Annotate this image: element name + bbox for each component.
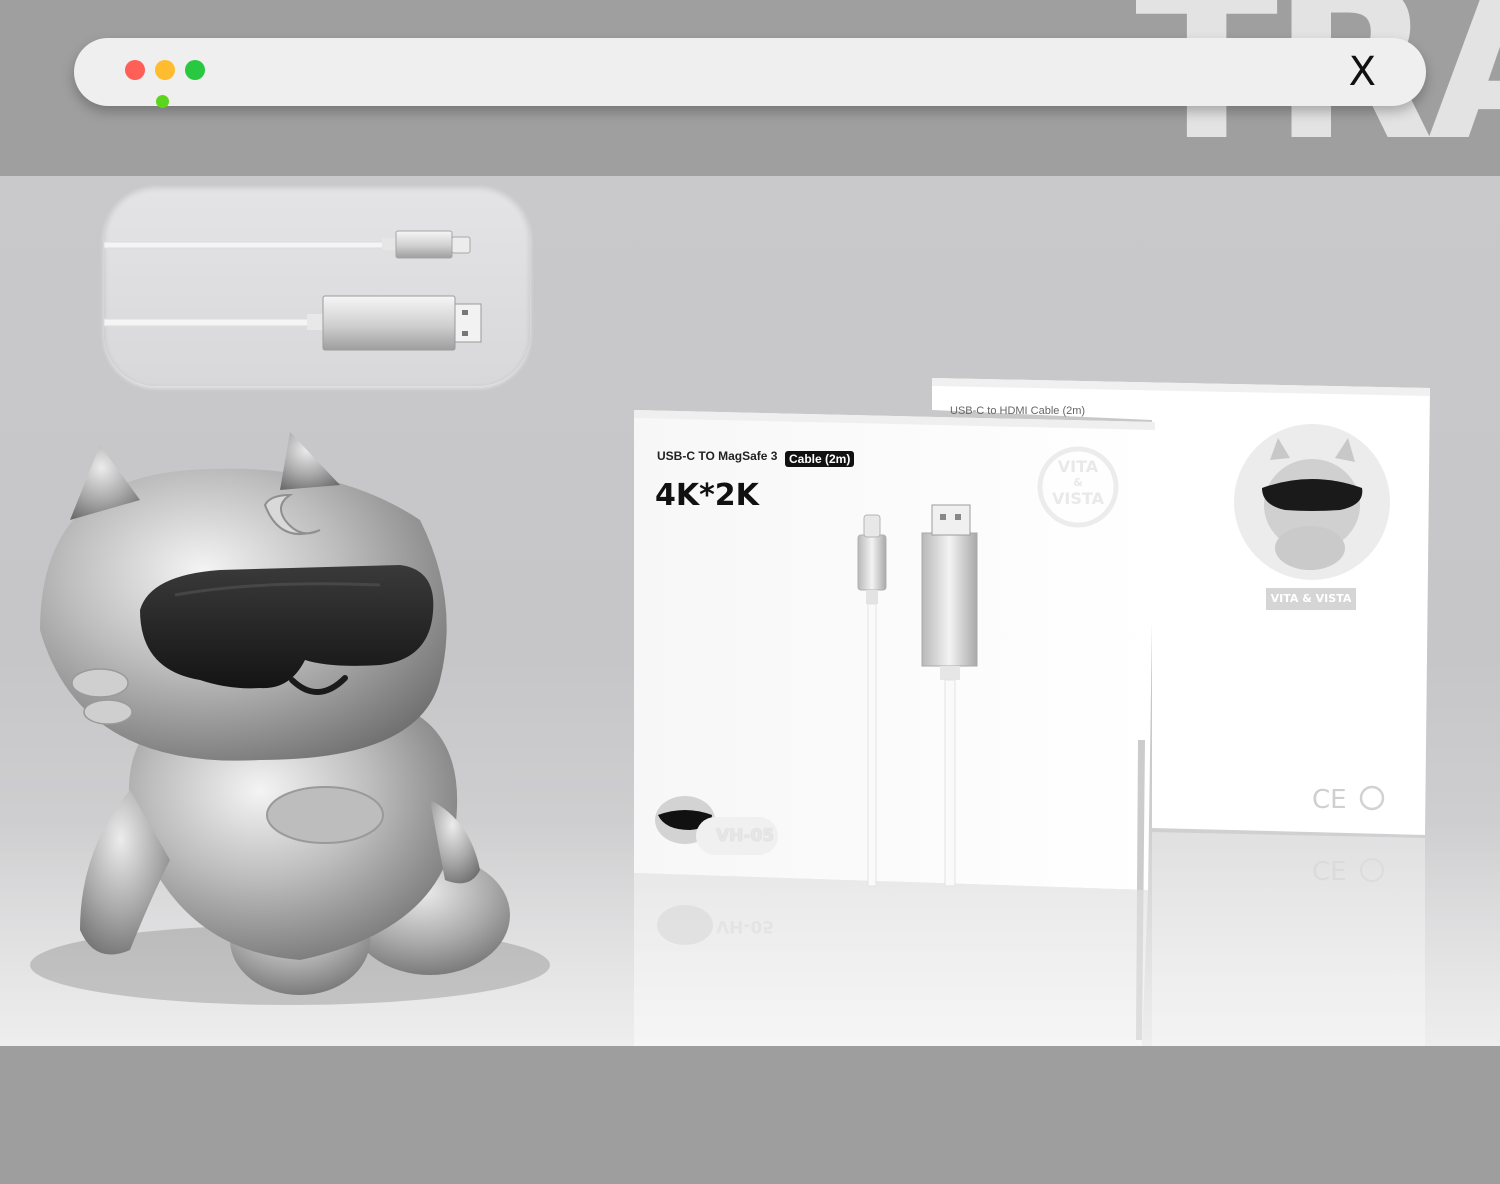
close-icon[interactable]: X (1349, 48, 1376, 96)
seal-bottom: VISTA (1052, 489, 1104, 508)
svg-text:VH-05: VH-05 (716, 916, 774, 936)
hdmi-cable-icon (104, 295, 482, 351)
usb-c-cable-icon (104, 230, 471, 259)
status-dot (156, 95, 169, 108)
window-title-bar: X (74, 38, 1426, 106)
cable-thumbnail[interactable] (104, 186, 530, 386)
bottom-band (0, 1046, 1500, 1184)
maximize-window-dot[interactable] (185, 60, 205, 80)
svg-text:CE: CE (1312, 857, 1347, 887)
cable-length-badge: Cable (2m) (785, 451, 855, 467)
minimize-window-dot[interactable] (155, 60, 175, 80)
back-brand-logo: VITA & VISTA (1266, 588, 1356, 610)
back-product-line: USB-C to HDMI Cable (2m) (950, 405, 1086, 417)
close-window-dot[interactable] (125, 60, 145, 80)
model-number: VH-05 (716, 826, 775, 846)
ce-mark: CE (1312, 785, 1347, 815)
seal-top: VITA (1057, 457, 1099, 476)
mascot-figure (40, 432, 510, 995)
brand-seal: VITA & VISTA (1045, 459, 1111, 507)
resolution-title: 4K*2K (655, 478, 759, 513)
front-product-line: USB-C TO MagSafe 3 (657, 449, 778, 463)
